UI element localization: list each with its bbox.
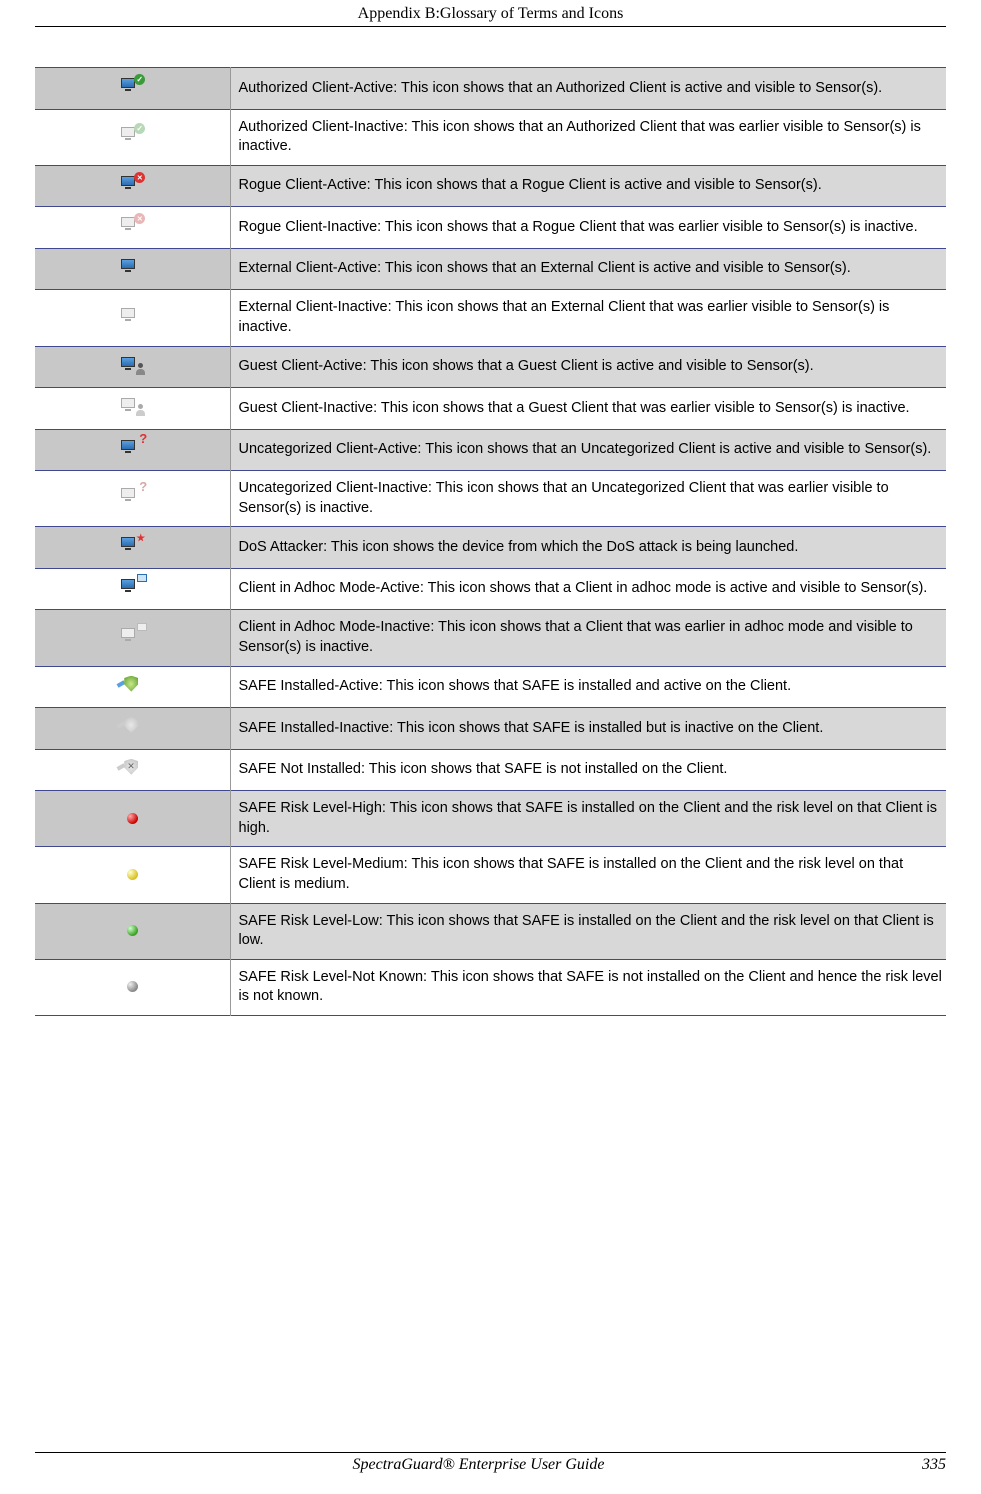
authorized-client-inactive-icon <box>35 109 230 165</box>
guest-client-active-icon <box>35 346 230 388</box>
table-row: External Client-Inactive: This icon show… <box>35 290 946 346</box>
external-client-active-icon <box>35 248 230 290</box>
authorized-client-active-icon <box>35 68 230 110</box>
table-row: Authorized Client-Active: This icon show… <box>35 68 946 110</box>
table-row: SAFE Risk Level-Low: This icon shows tha… <box>35 903 946 959</box>
rogue-client-active-icon <box>35 165 230 207</box>
adhoc-client-inactive-icon <box>35 610 230 666</box>
table-row: SAFE Risk Level-Medium: This icon shows … <box>35 847 946 903</box>
icon-description: Uncategorized Client-Active: This icon s… <box>230 429 946 471</box>
uncategorized-client-active-icon <box>35 429 230 471</box>
safe-risk-unknown-icon <box>35 959 230 1015</box>
icon-description: Uncategorized Client-Inactive: This icon… <box>230 471 946 527</box>
safe-installed-inactive-icon <box>35 708 230 750</box>
table-row: SAFE Installed-Active: This icon shows t… <box>35 666 946 708</box>
table-row: SAFE Risk Level-High: This icon shows th… <box>35 791 946 847</box>
rogue-client-inactive-icon <box>35 207 230 249</box>
icon-description: Authorized Client-Inactive: This icon sh… <box>230 109 946 165</box>
icon-description: SAFE Risk Level-Low: This icon shows tha… <box>230 903 946 959</box>
table-row: Guest Client-Active: This icon shows tha… <box>35 346 946 388</box>
table-row: SAFE Not Installed: This icon shows that… <box>35 749 946 791</box>
icon-description: Client in Adhoc Mode-Inactive: This icon… <box>230 610 946 666</box>
icon-description: Rogue Client-Inactive: This icon shows t… <box>230 207 946 249</box>
table-row: Client in Adhoc Mode-Active: This icon s… <box>35 568 946 610</box>
icon-description: SAFE Risk Level-High: This icon shows th… <box>230 791 946 847</box>
table-row: Rogue Client-Inactive: This icon shows t… <box>35 207 946 249</box>
page-footer: SpectraGuard® Enterprise User Guide 335 <box>35 1452 946 1474</box>
icon-description: External Client-Active: This icon shows … <box>230 248 946 290</box>
footer-title: SpectraGuard® Enterprise User Guide <box>35 1456 922 1474</box>
glossary-table: Authorized Client-Active: This icon show… <box>35 67 946 1016</box>
icon-description: Authorized Client-Active: This icon show… <box>230 68 946 110</box>
safe-installed-active-icon <box>35 666 230 708</box>
table-row: Uncategorized Client-Active: This icon s… <box>35 429 946 471</box>
table-row: DoS Attacker: This icon shows the device… <box>35 527 946 569</box>
table-row: Client in Adhoc Mode-Inactive: This icon… <box>35 610 946 666</box>
table-row: Rogue Client-Active: This icon shows tha… <box>35 165 946 207</box>
icon-description: SAFE Installed-Active: This icon shows t… <box>230 666 946 708</box>
icon-description: SAFE Installed-Inactive: This icon shows… <box>230 708 946 750</box>
icon-description: SAFE Risk Level-Medium: This icon shows … <box>230 847 946 903</box>
table-row: Uncategorized Client-Inactive: This icon… <box>35 471 946 527</box>
adhoc-client-active-icon <box>35 568 230 610</box>
dos-attacker-icon <box>35 527 230 569</box>
external-client-inactive-icon <box>35 290 230 346</box>
page-header: Appendix B:Glossary of Terms and Icons <box>35 0 946 27</box>
safe-risk-high-icon <box>35 791 230 847</box>
safe-risk-medium-icon <box>35 847 230 903</box>
icon-description: SAFE Risk Level-Not Known: This icon sho… <box>230 959 946 1015</box>
icon-description: Guest Client-Active: This icon shows tha… <box>230 346 946 388</box>
safe-risk-low-icon <box>35 903 230 959</box>
guest-client-inactive-icon <box>35 388 230 430</box>
table-row: External Client-Active: This icon shows … <box>35 248 946 290</box>
table-row: SAFE Risk Level-Not Known: This icon sho… <box>35 959 946 1015</box>
table-row: SAFE Installed-Inactive: This icon shows… <box>35 708 946 750</box>
uncategorized-client-inactive-icon <box>35 471 230 527</box>
icon-description: Guest Client-Inactive: This icon shows t… <box>230 388 946 430</box>
safe-not-installed-icon <box>35 749 230 791</box>
icon-description: DoS Attacker: This icon shows the device… <box>230 527 946 569</box>
icon-description: Rogue Client-Active: This icon shows tha… <box>230 165 946 207</box>
table-row: Guest Client-Inactive: This icon shows t… <box>35 388 946 430</box>
table-row: Authorized Client-Inactive: This icon sh… <box>35 109 946 165</box>
icon-description: External Client-Inactive: This icon show… <box>230 290 946 346</box>
icon-description: Client in Adhoc Mode-Active: This icon s… <box>230 568 946 610</box>
icon-description: SAFE Not Installed: This icon shows that… <box>230 749 946 791</box>
footer-page-number: 335 <box>922 1456 946 1474</box>
